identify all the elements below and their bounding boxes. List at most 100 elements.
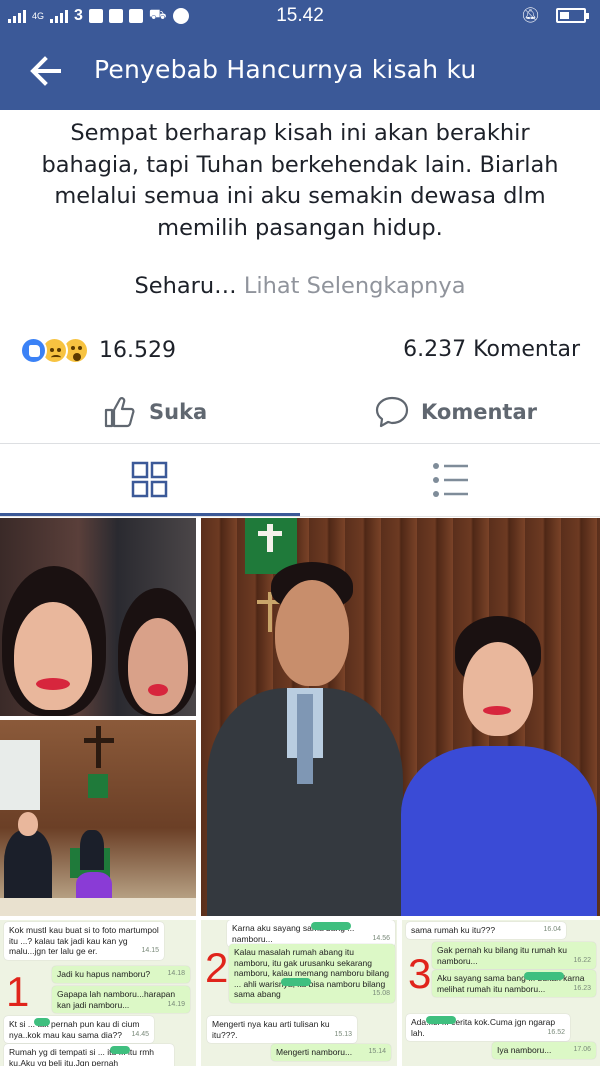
chat-text: Kt si ... tak pernah pun kau di cium nya…: [9, 1019, 140, 1040]
chat-bubble: Kok mustI kau buat si to foto martumpol …: [4, 922, 164, 960]
truncated-text: Seharu…: [134, 273, 237, 299]
comment-button[interactable]: Komentar: [375, 395, 537, 429]
chat-text: Gapapa lah namboru...harapan kan jadi na…: [57, 989, 176, 1010]
list-icon[interactable]: [432, 461, 470, 499]
chat-text: Mengerti namboru...: [276, 1047, 353, 1057]
redaction-mark: [281, 978, 311, 986]
post-text-line: melalui semua ini aku semakin dewasa dlm: [54, 183, 546, 209]
reactions-summary[interactable]: 16.529: [20, 337, 176, 364]
redaction-mark: [426, 1016, 456, 1024]
comment-label: Komentar: [421, 400, 537, 424]
page-title: Penyebab Hancurnya kisah ku: [94, 55, 477, 84]
photo-figure: [84, 738, 114, 743]
chat-time: 14.45: [131, 1030, 149, 1038]
grid-icon[interactable]: [131, 461, 169, 499]
chat-time: 16.04: [543, 926, 561, 933]
chat-text: sama rumah ku itu???: [411, 925, 496, 935]
chat-text: Gak pernah ku bilang itu rumah ku nambor…: [437, 945, 567, 966]
redaction-mark: [524, 972, 564, 980]
chat-text: Kok mustI kau buat si to foto martumpol …: [9, 925, 159, 956]
like-label: Suka: [149, 400, 208, 424]
chat-bubble: sama rumah ku itu??? 16.04: [406, 922, 566, 939]
status-bar: 4G 3 ⛟ 15.42 🔕︎: [0, 0, 600, 34]
like-button[interactable]: Suka: [103, 395, 207, 429]
photo-figure: [80, 830, 104, 870]
photo-figure: [96, 726, 101, 768]
chat-text: Kalau masalah rumah abang itu namboru, i…: [234, 947, 389, 999]
chat-bubble: Aku sayang sama bang ... bukan karna mel…: [432, 970, 596, 997]
chat-bubble: Kalau masalah rumah abang itu namboru, i…: [229, 944, 395, 1003]
reaction-count: 16.529: [99, 338, 176, 363]
chat-time: 14.19: [167, 1000, 185, 1008]
photo-figure: [148, 684, 168, 696]
thumbs-up-icon: [104, 397, 135, 428]
chat-time: 15.13: [334, 1030, 352, 1038]
photo-church-ceremony[interactable]: [0, 720, 196, 916]
photo-figure: [267, 524, 273, 552]
redaction-mark: [311, 922, 351, 930]
chat-bubble: Rumah yg di tempati si ... itu ... itu r…: [4, 1044, 174, 1066]
see-more-row: Seharu… Lihat Selengkapnya: [0, 273, 600, 299]
photo-figure: [268, 592, 272, 632]
photo-figure: [0, 898, 196, 916]
chat-bubble: Gapapa lah namboru...harapan kan jadi na…: [52, 986, 190, 1013]
comment-icon: [375, 396, 409, 428]
post-text-line: bahagia, tapi Tuhan berkehendak lain. Bi…: [41, 151, 559, 178]
status-icons-right: 🔕︎: [520, 6, 589, 24]
view-tabs: [0, 444, 600, 516]
divider: [0, 516, 600, 517]
photo-figure: [88, 774, 108, 798]
chat-time: 17.06: [573, 1046, 591, 1053]
mute-icon: 🔕︎: [520, 7, 540, 24]
chat-bubble: Kt si ... tak pernah pun kau di cium nya…: [4, 1016, 154, 1043]
chat-text: Jadi ku hapus namboru?: [57, 969, 151, 979]
redaction-mark: [34, 1018, 50, 1026]
chat-text: Mengerti nya kau arti tulisan ku itu???.: [212, 1019, 330, 1040]
chat-time: 15.14: [368, 1048, 386, 1055]
chat-time: 14.18: [167, 970, 185, 977]
like-icon: [20, 337, 47, 364]
chat-time: 14.56: [372, 934, 390, 942]
chat-bubble: Iya namboru... 17.06: [492, 1042, 596, 1059]
chat-bubble: Mengerti namboru... 15.14: [271, 1044, 391, 1061]
comment-count[interactable]: 6.237 Komentar: [403, 337, 580, 362]
post-text-line: Sempat berharap kisah ini akan berakhir: [70, 120, 530, 146]
photo-chat-screenshot-1[interactable]: Kok mustI kau buat si to foto martumpol …: [0, 920, 196, 1066]
photo-figure: [0, 740, 40, 810]
chat-number: 3: [408, 950, 432, 997]
see-more-link[interactable]: Lihat Selengkapnya: [244, 273, 466, 299]
chat-bubble: Mengerti nya kau arti tulisan ku itu???.…: [207, 1016, 357, 1043]
photo-figure: [297, 694, 313, 784]
photo-figure: [18, 812, 38, 836]
chat-time: 15.08: [372, 990, 390, 997]
photo-chat-screenshot-3[interactable]: sama rumah ku itu??? 16.04 Gak pernah ku…: [402, 920, 600, 1066]
photo-selfie[interactable]: [0, 518, 196, 716]
photo-figure: [128, 618, 188, 714]
photo-figure: [463, 642, 533, 736]
photo-couple[interactable]: [201, 518, 600, 916]
chat-time: 16.23: [573, 984, 591, 992]
photo-figure: [258, 531, 282, 536]
chat-time: 14.15: [141, 947, 159, 954]
photo-figure: [14, 602, 92, 710]
chat-text: Rumah yg di tempati si ... itu ... itu r…: [9, 1047, 155, 1066]
chat-number: 1: [6, 968, 30, 1015]
app-bar: Penyebab Hancurnya kisah ku: [0, 34, 600, 110]
chat-number: 2: [205, 944, 229, 991]
chat-bubble: Jadi ku hapus namboru? 14.18: [52, 966, 190, 983]
photo-figure: [36, 678, 70, 690]
photo-figure: [483, 706, 511, 715]
chat-time: 16.52: [547, 1028, 565, 1036]
redaction-mark: [110, 1046, 130, 1054]
photo-figure: [275, 580, 349, 686]
post-text-line: memilih pasangan hidup.: [157, 214, 443, 241]
photo-figure: [401, 746, 597, 916]
battery-icon: [556, 7, 589, 23]
photo-chat-screenshot-2[interactable]: Karna aku sayang sama bang ... namboru..…: [201, 920, 397, 1066]
back-arrow-icon[interactable]: [30, 56, 64, 86]
chat-time: 16.22: [573, 956, 591, 964]
clock: 15.42: [276, 5, 324, 26]
chat-bubble: Gak pernah ku bilang itu rumah ku nambor…: [432, 942, 596, 969]
post-text: Sempat berharap kisah ini akan berakhir …: [0, 118, 600, 244]
chat-text: Iya namboru...: [497, 1045, 552, 1055]
